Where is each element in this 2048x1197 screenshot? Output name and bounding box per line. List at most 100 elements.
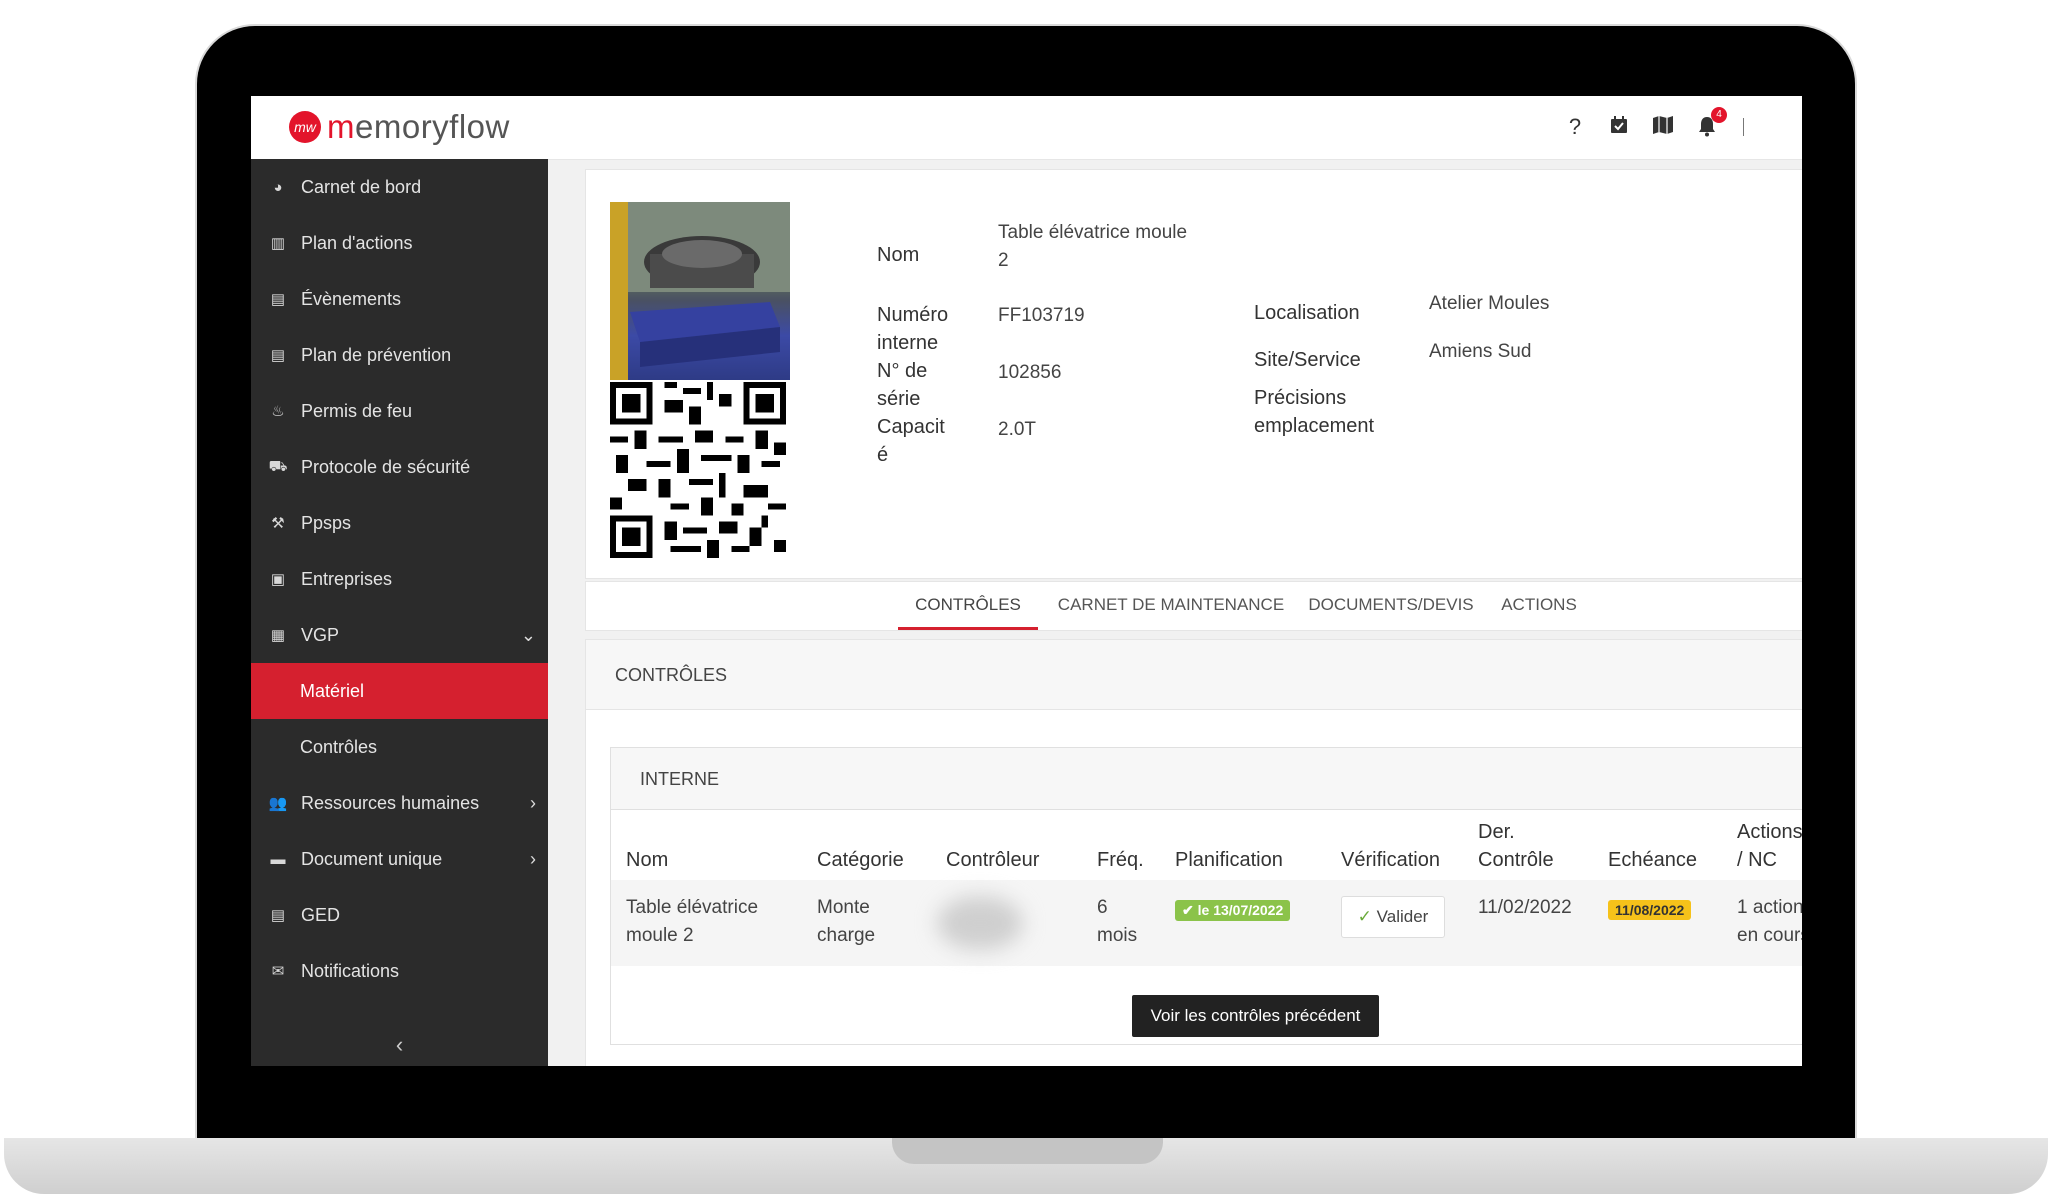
planification-badge: ✔ le 13/07/2022 [1175,900,1291,921]
qr-code [610,382,786,558]
numero-label-line2: interne [877,332,939,354]
serie-label-line1: N° de [877,360,928,382]
sidebar-item-controles[interactable]: Contrôles [251,719,548,775]
help-icon[interactable]: ? [1563,115,1587,139]
file-icon: ▤ [270,347,286,364]
map-icon[interactable] [1651,115,1675,139]
main-content: Nom Table élévatrice moule 2 Numéro inte… [548,159,1802,1066]
book-icon: ▬ [270,850,286,868]
column-header-echeance[interactable]: Echéance [1608,818,1718,874]
sidebar-item-permis-feu[interactable]: ♨ Permis de feu [251,383,548,439]
sidebar-item-ged[interactable]: ▤ GED [251,887,548,943]
sidebar-item-ppsps[interactable]: ⚒ Ppsps [251,495,548,551]
controller-avatar-blurred [937,896,1023,950]
app-screen: mw memoryflow ? 4 ◕ Carnet de bord ▥ Pla… [251,96,1802,1066]
cell-actions-line2[interactable]: en cours [1737,922,1802,950]
sidebar-item-label: GED [301,904,341,925]
cell-actions-line1[interactable]: 1 action [1737,894,1802,922]
column-header-categorie[interactable]: Catégorie [817,818,937,874]
sidebar-item-label: Évènements [301,288,402,309]
hammer-icon: ⚒ [271,515,285,532]
sidebar-item-label: Carnet de bord [301,176,422,197]
precisions-label-line1: Précisions [1254,387,1347,409]
capacite-value: 2.0T [998,419,1037,440]
nom-label: Nom [877,244,920,266]
dashboard-icon: ◕ [273,178,283,196]
check-circle-icon: ✔ [1182,902,1198,918]
logo[interactable]: memoryflow [327,108,510,146]
column-header-verification[interactable]: Vérification [1341,818,1471,874]
sidebar-item-carnet-de-bord[interactable]: ◕ Carnet de bord [251,159,548,215]
sidebar-item-plan-prevention[interactable]: ▤ Plan de prévention [251,327,548,383]
id-card-icon: ▣ [270,571,286,588]
sidebar-item-ressources-humaines[interactable]: 👥 Ressources humaines › [251,775,548,831]
localisation-value: Atelier Moules [1429,293,1550,314]
capacite-label-line2: é [877,444,889,466]
laptop-notch [892,1138,1163,1164]
numero-label-line1: Numéro [877,304,949,326]
logo-icon: mw [289,111,321,143]
collapse-sidebar-button[interactable]: ‹ [251,1032,548,1058]
precisions-label-line2: emplacement [1254,415,1375,437]
file-icon: ▤ [270,907,286,924]
column-header-controleur[interactable]: Contrôleur [946,818,1086,874]
chevron-right-icon: › [530,792,536,813]
previous-controls-button[interactable]: Voir les contrôles précédent [1132,995,1379,1037]
sidebar-item-label: Document unique [301,848,443,869]
sidebar-item-plan-actions[interactable]: ▥ Plan d'actions [251,215,548,271]
notification-badge: 4 [1711,107,1727,123]
site-value: Amiens Sud [1429,341,1532,362]
bell-icon[interactable]: 4 [1695,107,1727,139]
sidebar-item-evenements[interactable]: ▤ Évènements [251,271,548,327]
localisation-label: Localisation [1254,302,1360,324]
column-header-nom[interactable]: Nom [626,818,806,874]
sidebar-item-protocole-securite[interactable]: ⛟ Protocole de sécurité [251,439,548,495]
tabs-bar: CONTRÔLES CARNET DE MAINTENANCE DOCUMENT… [585,581,1802,631]
tab-actions[interactable]: ACTIONS [1494,582,1584,630]
sidebar-item-materiel[interactable]: Matériel [251,663,548,719]
sidebar-item-label: Ressources humaines [301,792,480,813]
cell-freq-line2: mois [1097,925,1138,946]
map-icon: ▥ [270,235,286,252]
cell-nom-line1: Table élévatrice [626,897,759,918]
equipment-card: Nom Table élévatrice moule 2 Numéro inte… [585,169,1802,579]
column-header-der-controle[interactable]: Der. Contrôle [1478,818,1588,874]
calendar-icon[interactable] [1607,115,1631,139]
sidebar-item-label: Notifications [301,960,400,981]
sidebar-item-label: VGP [301,624,340,645]
sidebar-item-label: Protocole de sécurité [301,456,471,477]
check-icon: ✓ [1357,907,1372,926]
truck-icon: ⛟ [268,457,288,475]
cell-nom-line2: moule 2 [626,925,694,946]
calendar-check-icon: ▦ [270,627,286,644]
sidebar-item-entreprises[interactable]: ▣ Entreprises [251,551,548,607]
sidebar-item-vgp[interactable]: ▦ VGP ⌄ [251,607,548,663]
divider [1743,118,1744,136]
valider-button[interactable]: ✓ Valider [1341,896,1445,938]
sidebar-item-document-unique[interactable]: ▬ Document unique › [251,831,548,887]
cell-freq-line1: 6 [1097,897,1108,918]
tab-carnet-maintenance[interactable]: CARNET DE MAINTENANCE [1056,582,1286,630]
cell-categorie-line1: Monte [817,897,870,918]
sidebar-item-label: Contrôles [300,736,378,757]
column-header-freq[interactable]: Fréq. [1097,818,1157,874]
envelope-icon: ✉ [271,963,285,980]
sidebar-item-label: Plan de prévention [301,344,452,365]
table-row[interactable]: Table élévatrice moule 2 Monte charge 6 … [611,880,1802,966]
file-icon: ▤ [270,291,286,308]
serie-label-line2: série [877,388,921,410]
chevron-down-icon: ⌄ [520,624,536,645]
sidebar-item-notifications[interactable]: ✉ Notifications [251,943,548,999]
sidebar-item-label: Permis de feu [301,400,413,421]
sidebar: ◕ Carnet de bord ▥ Plan d'actions ▤ Évèn… [251,159,548,1066]
interne-group-title: INTERNE [611,748,1802,810]
users-icon: 👥 [268,795,288,812]
tab-documents-devis[interactable]: DOCUMENTS/DEVIS [1301,582,1481,630]
numero-value: FF103719 [998,305,1085,326]
equipment-photo[interactable] [610,202,790,380]
sidebar-item-label: Ppsps [301,512,352,533]
column-header-planification[interactable]: Planification [1175,818,1335,874]
column-header-actions[interactable]: Actions / NC [1737,818,1802,874]
tab-controles[interactable]: CONTRÔLES [898,582,1038,630]
capacite-label-line1: Capacit [877,416,945,438]
